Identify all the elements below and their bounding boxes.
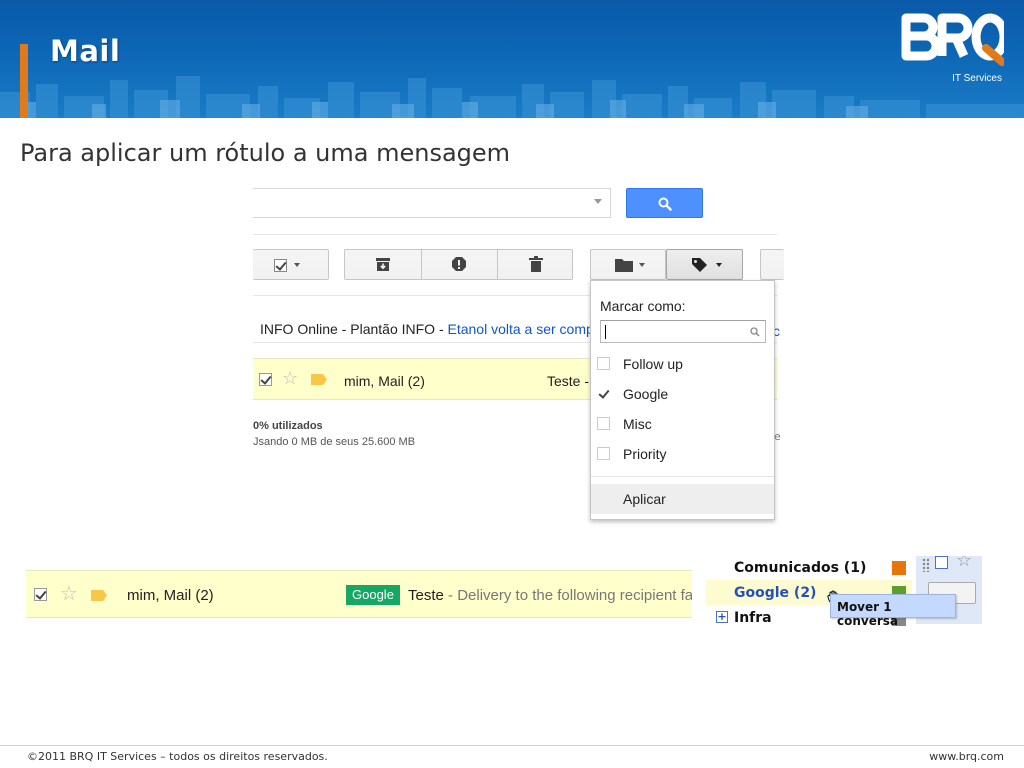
delete-button[interactable] bbox=[498, 250, 573, 279]
search-input[interactable] bbox=[253, 188, 611, 218]
select-chevron-down-icon bbox=[294, 263, 300, 267]
label-checkbox[interactable] bbox=[597, 387, 610, 400]
label-option-text: Priority bbox=[623, 446, 667, 462]
search-options-chevron-icon[interactable] bbox=[594, 199, 602, 204]
label-google[interactable]: Google (2) bbox=[734, 585, 816, 601]
expand-plus-icon[interactable]: + bbox=[716, 611, 728, 623]
label-comunicados[interactable]: Comunicados (1) bbox=[734, 560, 866, 576]
label-checkbox[interactable] bbox=[597, 357, 610, 370]
apply-label-text: Aplicar bbox=[623, 491, 666, 507]
promo-link[interactable]: Etanol volta a ser comp bbox=[448, 321, 594, 337]
labeled-message-row[interactable]: ☆ mim, Mail (2) Google Teste - Delivery … bbox=[26, 570, 692, 618]
importance-marker-icon[interactable] bbox=[311, 374, 327, 385]
label-option-text: Google bbox=[623, 386, 669, 402]
labels-chevron-down-icon bbox=[716, 263, 722, 267]
report-spam-button[interactable] bbox=[422, 250, 497, 279]
google-label-chip[interactable]: Google bbox=[346, 585, 400, 605]
label-option-misc[interactable]: Misc bbox=[591, 409, 774, 439]
footer-website[interactable]: www.brq.com bbox=[929, 750, 1004, 763]
star-icon[interactable]: ☆ bbox=[282, 369, 298, 387]
move-to-button[interactable] bbox=[590, 249, 666, 280]
drag-handle-icon[interactable] bbox=[922, 558, 930, 572]
label-option-follow-up[interactable]: Follow up bbox=[591, 349, 774, 379]
label-filter-input[interactable] bbox=[600, 320, 766, 343]
label-as-menu: Marcar como: Follow up Google Misc Prior… bbox=[590, 280, 775, 520]
search-button[interactable] bbox=[626, 188, 703, 218]
gmail-screenshot: INFO Online - Plantão INFO - Etanol volt… bbox=[253, 188, 784, 520]
filter-search-icon bbox=[750, 327, 760, 337]
slide-subtitle: Para aplicar um rótulo a uma mensagem bbox=[20, 139, 511, 167]
folder-icon bbox=[615, 259, 633, 272]
footer-copyright: ©2011 BRQ IT Services – todos os direito… bbox=[27, 750, 328, 763]
row-checkbox[interactable] bbox=[34, 588, 47, 601]
label-checkbox[interactable] bbox=[597, 417, 610, 430]
message-sender: mim, Mail (2) bbox=[127, 587, 214, 604]
message-sender: mim, Mail (2) bbox=[344, 373, 425, 389]
title-accent-bar bbox=[20, 44, 28, 118]
move-chevron-down-icon bbox=[639, 263, 645, 267]
clipped-fragment: e bbox=[774, 430, 781, 443]
select-dropdown-button[interactable] bbox=[253, 249, 329, 280]
storage-quota: 0% utilizados Jsando 0 MB de seus 25.600… bbox=[253, 418, 415, 450]
slide-title: Mail bbox=[50, 34, 121, 68]
label-option-priority[interactable]: Priority bbox=[591, 439, 774, 469]
star-icon[interactable]: ☆ bbox=[60, 584, 78, 604]
promo-text[interactable]: INFO Online - Plantão INFO - Etanol volt… bbox=[260, 321, 594, 337]
label-infra[interactable]: Infra bbox=[734, 610, 772, 626]
label-option-google[interactable]: Google bbox=[591, 379, 774, 409]
message-subject-line: Teste - Delivery to the following recipi… bbox=[408, 587, 692, 604]
slide-header-banner: Mail IT Services bbox=[0, 0, 1024, 118]
footer-divider bbox=[0, 745, 1024, 746]
message-snippet: - Delivery to the following recipient fa bbox=[443, 587, 692, 604]
row-checkbox[interactable] bbox=[935, 556, 948, 569]
brq-logo-mark bbox=[901, 13, 1009, 66]
drag-tooltip: Mover 1 conversa bbox=[830, 594, 956, 628]
more-button[interactable] bbox=[760, 249, 784, 280]
action-button-group bbox=[344, 249, 573, 280]
message-subject: Teste bbox=[408, 587, 444, 604]
label-tag-icon bbox=[692, 258, 707, 272]
label-option-text: Misc bbox=[623, 416, 652, 432]
archive-button[interactable] bbox=[345, 250, 421, 279]
label-menu-header: Marcar como: bbox=[600, 298, 686, 314]
label-option-text: Follow up bbox=[623, 356, 683, 372]
toolbar-top-divider bbox=[253, 234, 777, 235]
search-icon bbox=[658, 197, 672, 211]
message-subject: Teste - bbox=[547, 373, 590, 389]
archive-icon bbox=[376, 258, 390, 271]
trash-icon bbox=[529, 256, 543, 272]
importance-marker-icon[interactable] bbox=[91, 590, 107, 601]
row-checkbox[interactable] bbox=[259, 373, 272, 386]
promo-source: INFO Online - Plantão INFO - bbox=[260, 321, 448, 337]
label-checkbox[interactable] bbox=[597, 447, 610, 460]
logo-subtitle: IT Services bbox=[952, 73, 1002, 84]
city-skyline-decoration bbox=[0, 76, 1024, 118]
brq-logo: IT Services bbox=[898, 10, 1009, 84]
quota-percent: 0% utilizados bbox=[253, 420, 323, 432]
quota-usage: Jsando 0 MB de seus 25.600 MB bbox=[253, 436, 416, 448]
select-all-checkbox-icon[interactable] bbox=[274, 259, 287, 272]
labels-button[interactable] bbox=[666, 249, 743, 280]
label-color-swatch[interactable] bbox=[892, 561, 906, 575]
text-cursor bbox=[605, 325, 606, 339]
menu-divider bbox=[591, 476, 774, 477]
star-icon[interactable]: ☆ bbox=[956, 556, 972, 570]
apply-labels-button[interactable]: Aplicar bbox=[591, 484, 774, 514]
spam-alert-icon bbox=[452, 257, 466, 271]
